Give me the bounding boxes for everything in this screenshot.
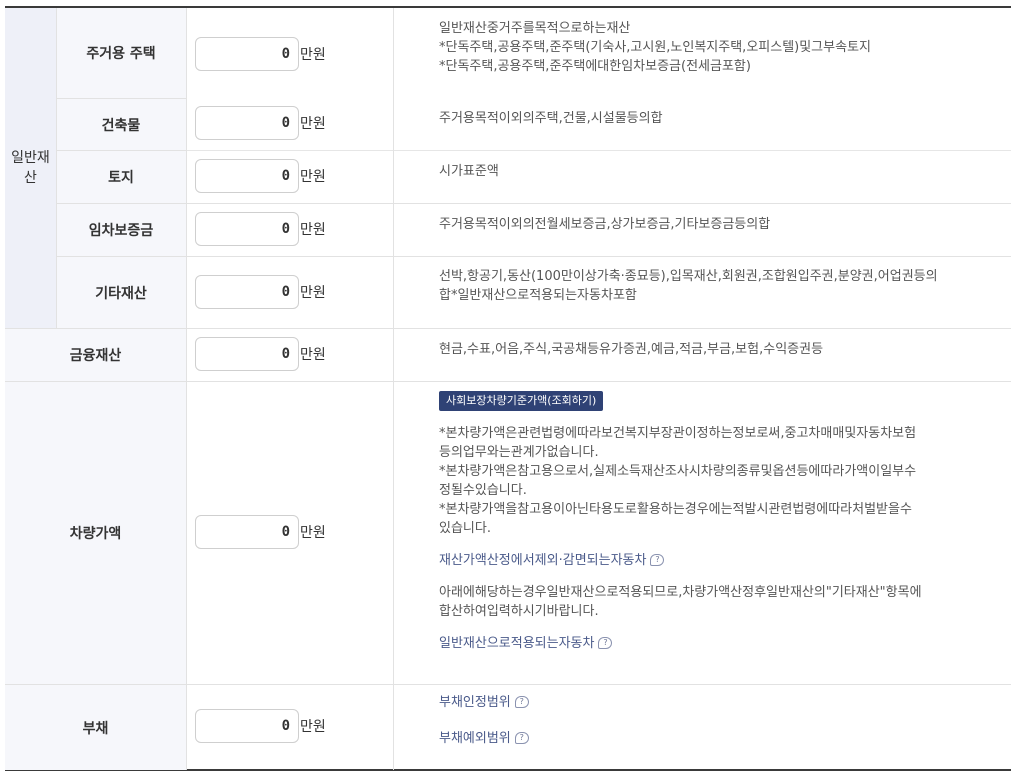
residential-house-input[interactable]: 0 [195, 37, 299, 71]
desc-residential-house: 일반재산중거주를목적으로하는재산 *단독주택,공용주택,준주택(기숙사,고시원,… [439, 21, 871, 74]
label-financial-assets: 금융재산 [5, 329, 186, 381]
desc-building: 주거용목적이외의주택,건물,시설물등의합 [439, 111, 663, 126]
unit-label: 만원 [300, 719, 326, 735]
desc-other-assets: 선박,항공기,동산(100만이상가축·종묘등),입목재산,회원권,조합원입주권,… [439, 269, 938, 303]
desc-debt: 부채인정범위? 부채예외범위? [439, 693, 1001, 748]
label-residential-house: 주거용 주택 [56, 8, 186, 98]
building-input[interactable]: 0 [195, 106, 299, 140]
debt-recognition-scope-link[interactable]: 부채인정범위 [439, 695, 511, 710]
vehicle-value-lookup-button[interactable]: 사회보장차량기준가액(조회하기) [439, 391, 604, 411]
vehicle-value-input[interactable]: 0 [195, 515, 299, 549]
unit-label: 만원 [300, 47, 326, 63]
unit-label: 만원 [300, 222, 326, 238]
unit-label: 만원 [300, 525, 326, 541]
help-icon[interactable]: ? [514, 696, 529, 708]
general-asset-vehicles-link[interactable]: 일반재산으로적용되는자동차 [439, 636, 594, 651]
unit-label: 만원 [300, 116, 326, 132]
financial-assets-input[interactable]: 0 [195, 337, 299, 371]
help-icon[interactable]: ? [598, 637, 613, 649]
excluded-vehicles-link[interactable]: 재산가액산정에서제외·감면되는자동차 [439, 553, 646, 568]
label-lease-deposit: 임차보증금 [56, 204, 186, 256]
desc-lease-deposit: 주거용목적이외의전월세보증금,상가보증금,기타보증금등의합 [439, 217, 771, 232]
unit-label: 만원 [300, 169, 326, 185]
label-other-assets: 기타재산 [56, 257, 186, 328]
label-building: 건축물 [56, 99, 186, 150]
unit-label: 만원 [300, 285, 326, 301]
debt-input[interactable]: 0 [195, 709, 299, 743]
desc-financial-assets: 현금,수표,어음,주식,국공채등유가증권,예금,적금,부금,보험,수익증권등 [439, 342, 824, 357]
label-land: 토지 [56, 151, 186, 203]
land-input[interactable]: 0 [195, 159, 299, 193]
category-general-assets: 일반재산 [5, 8, 56, 328]
unit-label: 만원 [300, 347, 326, 363]
debt-exception-scope-link[interactable]: 부채예외범위 [439, 731, 511, 746]
other-assets-input[interactable]: 0 [195, 275, 299, 309]
help-icon[interactable]: ? [514, 732, 529, 744]
desc-land: 시가표준액 [439, 164, 499, 179]
lease-deposit-input[interactable]: 0 [195, 212, 299, 246]
label-vehicle-value: 차량가액 [5, 382, 186, 684]
label-debt: 부채 [5, 685, 186, 770]
desc-vehicle: 사회보장차량기준가액(조회하기) *본차량가액은관련법령에따라보건복지부장관이정… [439, 391, 1001, 653]
help-icon[interactable]: ? [650, 554, 665, 566]
